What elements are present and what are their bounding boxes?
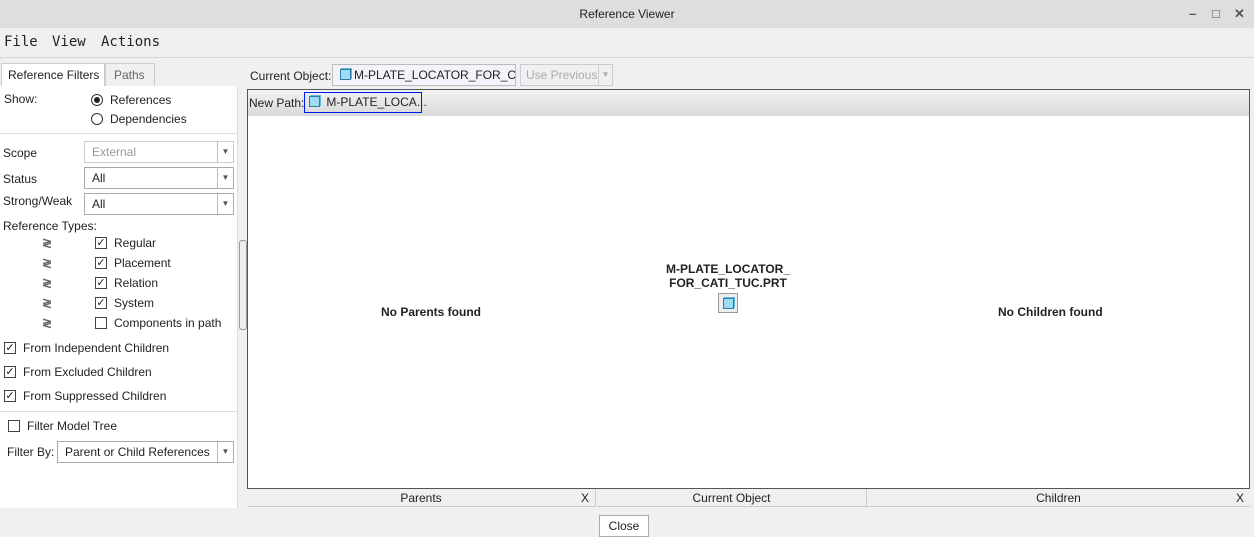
current-object-tab-label: Current Object: [692, 491, 771, 505]
tab-paths[interactable]: Paths: [104, 63, 155, 86]
scope-value: External: [92, 145, 137, 159]
from-children-checkbox[interactable]: ✓: [4, 366, 16, 378]
children-tab[interactable]: Children X: [867, 489, 1250, 507]
reference-types-label: Reference Types:: [3, 219, 97, 233]
current-object-field[interactable]: M-PLATE_LOCATOR_FOR_CA..: [332, 64, 516, 86]
parents-label: Parents: [400, 491, 442, 505]
panel-splitter-handle[interactable]: [239, 240, 247, 330]
reference-type-label: Components in path: [114, 316, 222, 330]
title-bar: Reference Viewer: [0, 0, 1254, 28]
reference-type-label: Regular: [114, 236, 157, 250]
part-icon: [340, 69, 351, 80]
chevron-down-icon: ▼: [598, 65, 612, 85]
new-path-label: New Path:: [249, 96, 305, 110]
reference-type-icon: ≷: [42, 236, 52, 250]
minimize-icon[interactable]: –: [1189, 6, 1196, 21]
filters-panel: Show: References Dependencies Scope Exte…: [0, 86, 238, 508]
reference-type-checkbox[interactable]: ✓: [95, 237, 107, 249]
filter-model-tree-label: Filter Model Tree: [27, 419, 118, 433]
part-icon: [309, 96, 320, 107]
chevron-down-icon: ▼: [217, 194, 233, 214]
reference-type-icon: ≷: [42, 296, 52, 310]
from-children-label: From Independent Children: [23, 341, 170, 355]
filter-by-dropdown[interactable]: Parent or Child References ▼: [57, 441, 234, 463]
menu-bar: File View Actions: [0, 28, 1254, 58]
strong-weak-dropdown[interactable]: All ▼: [84, 193, 234, 215]
show-label: Show:: [4, 92, 38, 106]
menu-actions[interactable]: Actions: [101, 34, 160, 50]
chevron-down-icon: ▼: [217, 142, 233, 162]
node-label-line1: M-PLATE_LOCATOR_: [665, 262, 790, 276]
reference-type-checkbox[interactable]: ✓: [95, 277, 107, 289]
status-dropdown[interactable]: All ▼: [84, 167, 234, 189]
radio-dependencies[interactable]: [91, 113, 103, 125]
reference-type-label: Placement: [114, 256, 171, 270]
menu-view[interactable]: View: [52, 34, 86, 50]
close-icon[interactable]: ✕: [1234, 6, 1245, 22]
close-children-icon[interactable]: X: [1236, 489, 1244, 507]
part-icon: [722, 298, 734, 309]
from-children-checkbox[interactable]: ✓: [4, 390, 16, 402]
filter-by-label: Filter By:: [7, 445, 55, 459]
reference-type-checkbox[interactable]: ✓: [95, 297, 107, 309]
reference-type-icon: ≷: [42, 276, 52, 290]
use-previous-button: Use Previous ▼: [520, 64, 613, 86]
references-label: References: [110, 93, 172, 107]
reference-type-label: System: [114, 296, 155, 310]
reference-type-icon: ≷: [42, 316, 52, 330]
strong-weak-value: All: [92, 197, 106, 211]
scope-label: Scope: [3, 146, 38, 160]
chevron-down-icon: ▼: [217, 442, 233, 462]
path-item[interactable]: M-PLATE_LOCA...: [304, 92, 427, 113]
scope-dropdown: External ▼: [84, 141, 234, 163]
reference-type-icon: ≷: [42, 256, 52, 270]
from-children-label: From Excluded Children: [23, 365, 152, 379]
current-object-value: M-PLATE_LOCATOR_FOR_CA..: [354, 68, 516, 82]
menu-file[interactable]: File: [4, 34, 38, 50]
path-bar: New Path: M-PLATE_LOCA...: [248, 90, 1249, 116]
parents-tab[interactable]: Parents X: [247, 489, 596, 507]
filter-by-value: Parent or Child References: [65, 445, 210, 459]
path-item-label: M-PLATE_LOCA...: [326, 95, 427, 109]
reference-type-label: Relation: [114, 276, 159, 290]
current-object-tab[interactable]: Current Object: [597, 489, 867, 507]
use-previous-label: Use Previous: [526, 68, 598, 82]
reference-type-checkbox[interactable]: ✓: [95, 257, 107, 269]
graph-area: New Path: M-PLATE_LOCA... No Parents fou…: [247, 89, 1250, 489]
maximize-icon[interactable]: □: [1212, 6, 1220, 21]
no-children-text: No Children found: [998, 305, 1103, 319]
filter-model-tree-checkbox[interactable]: [8, 420, 20, 432]
chevron-down-icon: ▼: [217, 168, 233, 188]
children-label: Children: [1036, 491, 1081, 505]
tab-reference-filters[interactable]: Reference Filters: [1, 63, 107, 86]
no-parents-text: No Parents found: [381, 305, 482, 319]
current-object-label: Current Object:: [250, 69, 332, 83]
close-parents-icon[interactable]: X: [581, 489, 589, 507]
current-object-node[interactable]: M-PLATE_LOCATOR_ FOR_CATI_TUC.PRT: [648, 262, 808, 313]
window-title: Reference Viewer: [579, 7, 675, 21]
dependencies-label: Dependencies: [110, 112, 187, 126]
radio-references[interactable]: [91, 94, 103, 106]
close-button-label: Close: [608, 519, 640, 533]
strong-weak-label: Strong/Weak: [3, 194, 73, 208]
status-label: Status: [3, 172, 38, 186]
reference-type-checkbox[interactable]: [95, 317, 107, 329]
status-value: All: [92, 171, 106, 185]
from-children-label: From Suppressed Children: [23, 389, 167, 403]
node-label-line2: FOR_CATI_TUC.PRT: [669, 276, 787, 290]
node-icon[interactable]: [718, 293, 738, 313]
from-children-checkbox[interactable]: ✓: [4, 342, 16, 354]
